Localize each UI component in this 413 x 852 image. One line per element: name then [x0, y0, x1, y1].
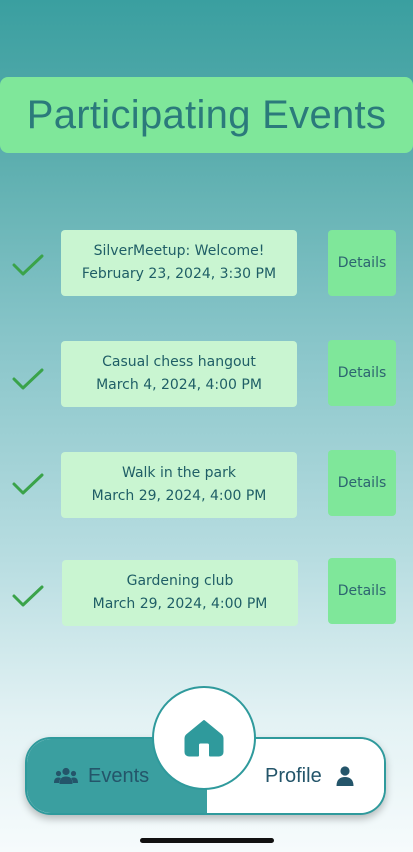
home-icon: [184, 720, 224, 757]
nav-events-label: Events: [88, 764, 150, 787]
event-card: Casual chess hangout March 4, 2024, 4:00…: [61, 341, 297, 407]
home-button[interactable]: [152, 686, 256, 790]
details-button[interactable]: Details: [328, 450, 396, 516]
check-icon: [12, 585, 44, 607]
check-icon: [12, 473, 44, 495]
event-name: SilverMeetup: Welcome!: [93, 243, 265, 259]
event-card: SilverMeetup: Welcome! February 23, 2024…: [61, 230, 297, 296]
details-button[interactable]: Details: [328, 558, 396, 624]
event-datetime: February 23, 2024, 3:30 PM: [81, 266, 277, 282]
group-icon: [54, 767, 78, 784]
event-card: Walk in the park March 29, 2024, 4:00 PM: [61, 452, 297, 518]
details-button[interactable]: Details: [328, 340, 396, 406]
person-icon: [336, 766, 354, 786]
event-row: Casual chess hangout March 4, 2024, 4:00…: [0, 340, 413, 408]
page-title: Participating Events: [26, 92, 387, 137]
event-row: SilverMeetup: Welcome! February 23, 2024…: [0, 230, 413, 298]
event-datetime: March 4, 2024, 4:00 PM: [96, 377, 262, 393]
event-name: Walk in the park: [122, 465, 236, 481]
event-datetime: March 29, 2024, 4:00 PM: [92, 596, 268, 612]
event-name: Gardening club: [126, 573, 234, 589]
page-title-bar: Participating Events: [0, 77, 413, 153]
home-indicator-bar: [140, 838, 274, 843]
event-card: Gardening club March 29, 2024, 4:00 PM: [62, 560, 298, 626]
event-name: Casual chess hangout: [102, 354, 256, 370]
event-datetime: March 29, 2024, 4:00 PM: [91, 488, 267, 504]
event-row: Gardening club March 29, 2024, 4:00 PM D…: [0, 558, 413, 626]
details-button[interactable]: Details: [328, 230, 396, 296]
nav-profile-label: Profile: [265, 764, 322, 787]
check-icon: [12, 254, 44, 276]
check-icon: [12, 368, 44, 390]
event-row: Walk in the park March 29, 2024, 4:00 PM…: [0, 450, 413, 518]
